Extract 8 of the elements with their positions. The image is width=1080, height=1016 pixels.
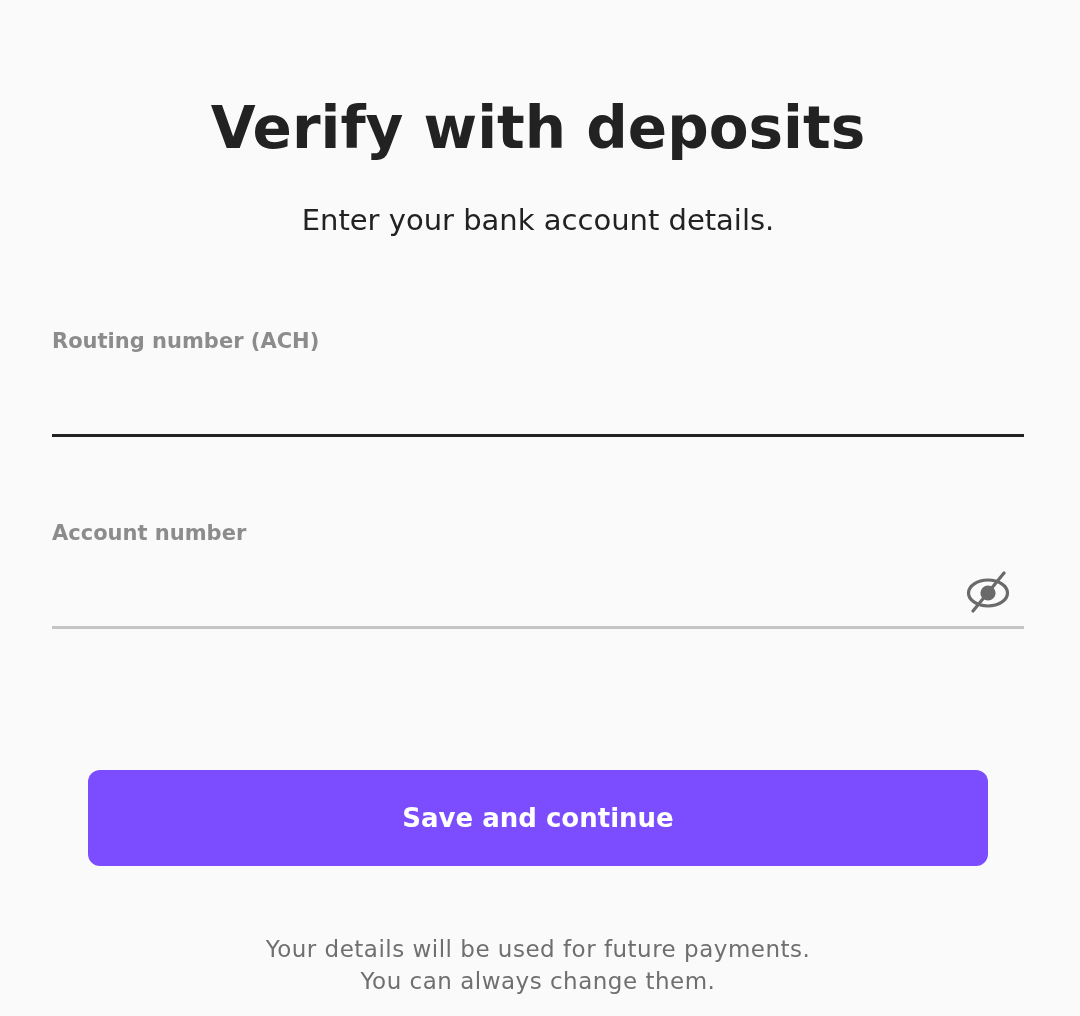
page-subtitle: Enter your bank account details.	[301, 202, 775, 238]
field-label: Routing number (ACH)	[52, 328, 321, 355]
footer-note-line: You can always change them.	[360, 967, 716, 996]
save-and-continue-button[interactable]: Save and continue	[88, 770, 988, 866]
field-label: Account number	[52, 520, 248, 547]
footer-note-line: Your details will be used for future payments.	[265, 935, 811, 964]
eye-slash-icon[interactable]	[966, 571, 1010, 613]
page-title: Verify with deposits	[210, 93, 866, 164]
